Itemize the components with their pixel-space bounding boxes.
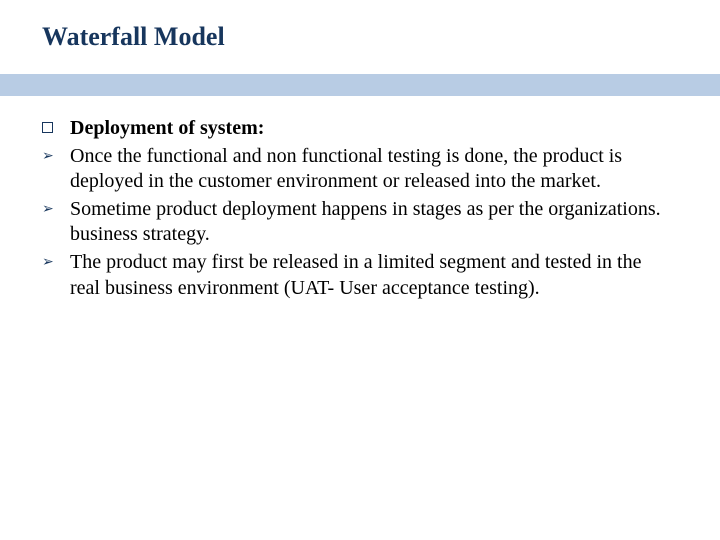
arrow-bullet-icon: ➢ — [42, 197, 70, 219]
body-area: Deployment of system: ➢ Once the functio… — [0, 96, 720, 301]
square-bullet-icon — [42, 116, 70, 139]
slide: Waterfall Model Deployment of system: ➢ … — [0, 0, 720, 540]
list-item-text: Sometime product deployment happens in s… — [70, 197, 674, 248]
slide-title: Waterfall Model — [42, 22, 720, 52]
list-item: ➢ The product may first be released in a… — [42, 250, 674, 301]
heading-row: Deployment of system: — [42, 116, 674, 142]
list-item-text: Once the functional and non functional t… — [70, 144, 674, 195]
accent-band — [0, 74, 720, 96]
arrow-bullet-icon: ➢ — [42, 250, 70, 272]
list-item: ➢ Once the functional and non functional… — [42, 144, 674, 195]
arrow-bullet-icon: ➢ — [42, 144, 70, 166]
list-item: ➢ Sometime product deployment happens in… — [42, 197, 674, 248]
list-item-text: The product may first be released in a l… — [70, 250, 674, 301]
title-area: Waterfall Model — [0, 0, 720, 60]
section-heading: Deployment of system: — [70, 116, 674, 142]
